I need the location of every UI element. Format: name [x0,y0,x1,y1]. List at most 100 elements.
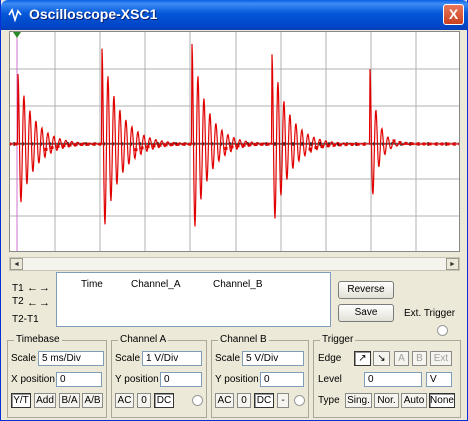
trace-sample-marker [164,143,168,147]
t1-left-arrow-button[interactable]: ← [27,283,38,294]
title-bar[interactable]: Oscilloscope-XSC1 X [1,0,468,30]
trace-sample-marker [56,144,60,148]
trigger-level-unit-field[interactable]: V [426,372,452,387]
trace-sample-marker [410,142,414,146]
trace-sample-marker [80,142,84,146]
trigger-normal-button[interactable]: Nor. [374,393,399,408]
trace-sample-marker [152,144,156,148]
trace-sample-marker [74,143,78,147]
trace-sample-marker [458,142,459,146]
trace-sample-marker [260,142,264,146]
channel-a-scale-label: Scale [115,353,141,364]
timebase-xpos-field[interactable]: 0 [56,372,102,387]
channel-b-terminal[interactable] [294,395,305,406]
channel-a-column-header: Channel_A [131,279,181,290]
trace-sample-marker [254,142,258,146]
timebase-xpos-label: X position [11,374,55,385]
trace-sample-marker [422,142,426,146]
trace-sample-marker [404,141,408,145]
trace-sample-marker [224,146,228,150]
rising-edge-button[interactable]: ↗ [354,351,371,366]
trace-sample-marker [98,142,102,146]
trigger-auto-button[interactable]: Auto [401,393,427,408]
trace-sample-marker [266,142,270,146]
mode-ab-button[interactable]: A/B [82,393,103,408]
channel-a-ac-button[interactable]: AC [115,393,134,408]
trace-sample-marker [350,142,354,146]
oscilloscope-window: Oscilloscope-XSC1 X ◄ ► T1 ← → T2 ← → T2… [0,0,468,421]
channel-b-panel: Channel B Scale 5 V/Div Y position 0 AC … [211,334,309,418]
trigger-type-label: Type [318,395,340,406]
trace-sample-marker [434,142,438,146]
trace-sample-marker [242,143,246,147]
trace-sample-marker [170,143,174,147]
trace-sample-marker [50,146,54,150]
trace-sample-marker [416,142,420,146]
mode-yt-button[interactable]: Y/T [11,393,31,408]
trace-sample-marker [338,143,342,147]
ext-trigger-label: Ext. Trigger [404,308,456,319]
oscilloscope-screen[interactable] [9,31,460,252]
trace-sample-marker [14,142,18,146]
timebase-scale-label: Scale [11,353,37,364]
trigger-edge-label: Edge [318,353,342,364]
channel-a-scale-field[interactable]: 1 V/Div [142,351,202,366]
trace-sample-marker [398,141,402,145]
scroll-right-button[interactable]: ► [446,258,459,270]
channel-b-ypos-field[interactable]: 0 [260,372,304,387]
trigger-source-ext-button[interactable]: Ext [430,351,452,366]
oscilloscope-app-icon [8,8,22,22]
save-button[interactable]: Save [338,304,394,322]
channel-b-scale-label: Scale [215,353,241,364]
horizontal-scrollbar[interactable]: ◄ ► [9,257,460,271]
reverse-button[interactable]: Reverse [338,281,394,299]
trace-sample-marker [362,142,366,146]
trigger-single-button[interactable]: Sing. [345,393,372,408]
trace-sample-marker [446,142,450,146]
trigger-source-b-button[interactable]: B [412,351,427,366]
trace-sample-marker [314,146,318,150]
trace-sample-marker [320,145,324,149]
window-title: Oscilloscope-XSC1 [29,6,158,22]
t2-right-arrow-button[interactable]: → [39,298,50,309]
trigger-level-field[interactable]: 0 [364,372,422,387]
channel-b-zero-button[interactable]: 0 [237,393,251,408]
trace-sample-marker [332,143,336,147]
ext-trigger-terminal[interactable] [437,325,448,336]
channel-b-dc-button[interactable]: DC [254,393,274,408]
channel-b-ypos-label: Y position [215,374,259,385]
trigger-level-label: Level [318,374,342,385]
scroll-left-button[interactable]: ◄ [10,258,23,270]
channel-b-invert-button[interactable]: - [277,393,289,408]
trace-sample-marker [86,142,90,146]
falling-edge-button[interactable]: ↘ [373,351,390,366]
trace-sample-marker [68,143,72,147]
t2-t1-label: T2-T1 [12,314,39,325]
channel-a-dc-button[interactable]: DC [154,393,174,408]
trace-sample-marker [308,147,312,151]
trigger-source-a-button[interactable]: A [394,351,409,366]
t1-right-arrow-button[interactable]: → [39,283,50,294]
mode-ba-button[interactable]: B/A [59,393,80,408]
trace-sample-marker [440,142,444,146]
t1-cursor-marker[interactable] [13,32,21,38]
channel-a-zero-button[interactable]: 0 [137,393,151,408]
trace-sample-marker [62,144,66,148]
channel-b-title: Channel B [218,334,269,345]
trace-sample-marker [230,145,234,149]
trace-sample-marker [134,148,138,152]
channel-a-ypos-label: Y position [115,374,159,385]
trace-sample-marker [182,142,186,146]
channel-a-ypos-field[interactable]: 0 [160,372,202,387]
channel-a-terminal[interactable] [192,395,203,406]
cursor-controls: T1 ← → T2 ← → T2-T1 [9,272,54,327]
channel-b-ac-button[interactable]: AC [215,393,234,408]
waveform-plot [10,32,459,251]
channel-b-scale-field[interactable]: 5 V/Div [242,351,304,366]
t2-left-arrow-button[interactable]: ← [27,298,38,309]
trigger-none-button[interactable]: None [429,393,455,408]
close-button[interactable]: X [443,4,464,25]
trace-sample-marker [92,142,96,146]
mode-add-button[interactable]: Add [34,393,56,408]
timebase-scale-field[interactable]: 5 ms/Div [38,351,104,366]
